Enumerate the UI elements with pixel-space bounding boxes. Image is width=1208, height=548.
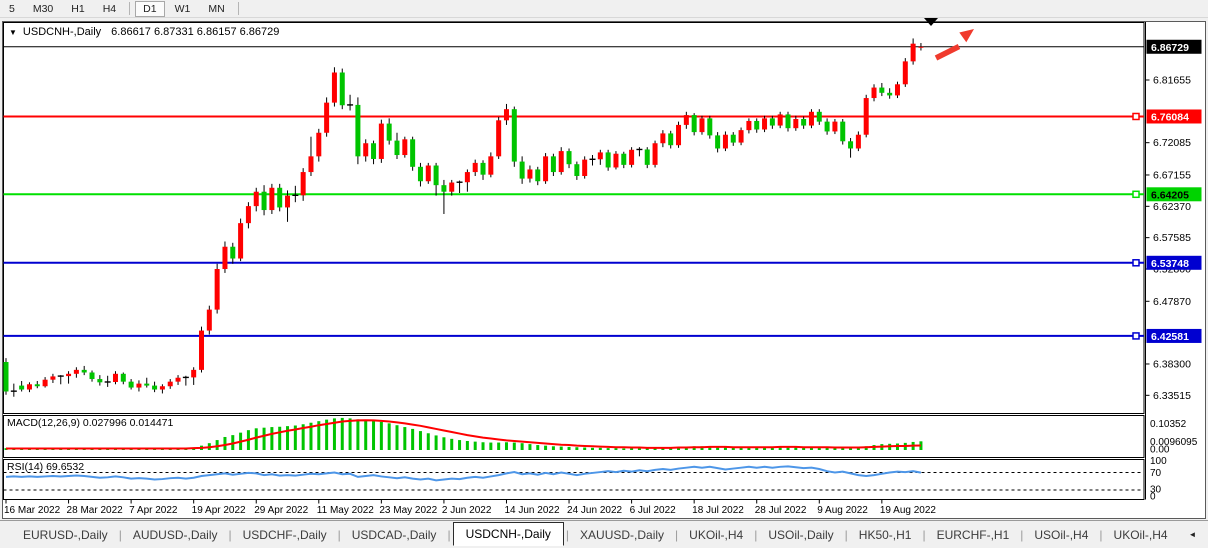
tab-usdcad-daily[interactable]: USDCAD-,Daily: [343, 525, 446, 545]
toolbar-separator: [238, 2, 239, 15]
timeframe-button-m30[interactable]: M30: [25, 1, 61, 17]
svg-text:6.42581: 6.42581: [1151, 331, 1189, 343]
date-tick-label: 11 May 2022: [317, 505, 375, 516]
date-tick-label: 16 Mar 2022: [4, 505, 61, 516]
svg-text:6.53748: 6.53748: [1151, 258, 1189, 270]
price-tick-label: 6.62370: [1153, 201, 1191, 213]
price-badge-6.76084: 6.76084: [1147, 109, 1202, 123]
tab-audusd-daily[interactable]: AUDUSD-,Daily: [124, 525, 227, 545]
tab-usdchf-daily[interactable]: USDCHF-,Daily: [234, 525, 336, 545]
quote-line: ▼ USDCNH-,Daily 6.86617 6.87331 6.86157 …: [9, 26, 279, 38]
svg-text:6.64205: 6.64205: [1151, 189, 1189, 201]
tab-separator: |: [447, 528, 450, 542]
price-tick-label: 6.67155: [1153, 169, 1191, 181]
macd-pane: [4, 416, 1145, 458]
tab-separator: |: [1020, 528, 1023, 542]
timeframe-toolbar: 5M30H1H4 D1W1MN: [0, 0, 1208, 18]
chart-window: 6.816556.720856.671556.623706.575856.528…: [0, 18, 1208, 519]
date-tick-label: 19 Aug 2022: [880, 505, 937, 516]
date-tick-label: 6 Jul 2022: [630, 505, 677, 516]
rsi-axis-label: 100: [1150, 456, 1167, 467]
date-tick-label: 28 Mar 2022: [67, 505, 124, 516]
hline-handle: [1133, 260, 1139, 266]
tab-eurusd-daily[interactable]: EURUSD-,Daily: [14, 525, 117, 545]
tab-eurchf-h1[interactable]: EURCHF-,H1: [928, 525, 1019, 545]
rsi-pane: [4, 460, 1145, 500]
chart-tabs-bar: EURUSD-,Daily|AUDUSD-,Daily|USDCHF-,Dail…: [0, 520, 1208, 548]
date-tick-label: 23 May 2022: [379, 505, 437, 516]
tab-scroll-left-icon[interactable]: ◄: [1185, 528, 1201, 541]
tab-separator: |: [1099, 528, 1102, 542]
tab-ukoil-h4[interactable]: UKOil-,H4: [1105, 525, 1177, 545]
tab-separator: |: [119, 528, 122, 542]
date-tick-label: 7 Apr 2022: [129, 505, 178, 516]
tab-hk50-h1[interactable]: HK50-,H1: [850, 525, 921, 545]
tab-xauusd-daily[interactable]: XAUUSD-,Daily: [571, 525, 673, 545]
tab-separator: |: [754, 528, 757, 542]
tab-ukoil-h4[interactable]: UKOil-,H4: [680, 525, 752, 545]
price-pane: [4, 23, 1145, 414]
tab-separator: |: [566, 528, 569, 542]
tab-separator: |: [675, 528, 678, 542]
date-tick-label: 9 Aug 2022: [817, 505, 868, 516]
date-tick-label: 14 Jun 2022: [504, 505, 559, 516]
tab-usoil-h4[interactable]: USOil-,H4: [1025, 525, 1097, 545]
tab-separator: |: [845, 528, 848, 542]
timeframe-button-d1[interactable]: D1: [135, 1, 164, 17]
symbol-period-label: USDCNH-,Daily: [23, 26, 101, 38]
toolbar-separator: [129, 2, 130, 15]
macd-axis-label: 0.00: [1150, 445, 1170, 456]
timeframe-button-h1[interactable]: H1: [63, 1, 92, 17]
hline-handle: [1133, 113, 1139, 119]
tab-separator: |: [922, 528, 925, 542]
rsi-axis-label: 0: [1150, 492, 1156, 503]
price-badge-6.86729: 6.86729: [1147, 40, 1202, 54]
ohlc-values: 6.86617 6.87331 6.86157 6.86729: [111, 26, 279, 38]
date-tick-label: 28 Jul 2022: [755, 505, 807, 516]
chart-dropdown-icon[interactable]: ▼: [9, 28, 17, 37]
price-badge-6.53748: 6.53748: [1147, 256, 1202, 270]
date-tick-label: 24 Jun 2022: [567, 505, 622, 516]
timeframe-button-5[interactable]: 5: [1, 1, 23, 17]
date-tick-label: 29 Apr 2022: [254, 505, 308, 516]
date-tick-label: 2 Jun 2022: [442, 505, 492, 516]
price-tick-label: 6.47870: [1153, 296, 1191, 308]
timeframe-button-w1[interactable]: W1: [167, 1, 199, 17]
timeframe-button-mn[interactable]: MN: [200, 1, 232, 17]
rsi-axis-label: 70: [1150, 468, 1162, 479]
price-tick-label: 6.81655: [1153, 75, 1191, 87]
hline-handle: [1133, 191, 1139, 197]
macd-indicator-label: MACD(12,26,9) 0.027996 0.014471: [7, 417, 173, 429]
rsi-indicator-label: RSI(14) 69.6532: [7, 461, 84, 473]
price-tick-label: 6.33515: [1153, 390, 1191, 402]
svg-text:6.76084: 6.76084: [1151, 111, 1189, 123]
timeframe-button-h4[interactable]: H4: [95, 1, 124, 17]
date-tick-label: 19 Apr 2022: [192, 505, 246, 516]
macd-axis-label: 0.10352: [1150, 419, 1187, 430]
date-tick-label: 18 Jul 2022: [692, 505, 744, 516]
price-badge-6.42581: 6.42581: [1147, 329, 1202, 343]
tab-usoil-daily[interactable]: USOil-,Daily: [759, 525, 842, 545]
svg-text:6.86729: 6.86729: [1151, 42, 1189, 54]
tab-separator: |: [229, 528, 232, 542]
price-tick-label: 6.72085: [1153, 137, 1191, 149]
price-tick-label: 6.38300: [1153, 358, 1191, 370]
chart-canvas[interactable]: 6.816556.720856.671556.623706.575856.528…: [0, 18, 1208, 519]
price-badge-6.64205: 6.64205: [1147, 187, 1202, 201]
tab-usdcnh-daily[interactable]: USDCNH-,Daily: [453, 522, 564, 546]
hline-handle: [1133, 333, 1139, 339]
tab-separator: |: [338, 528, 341, 542]
price-tick-label: 6.57585: [1153, 232, 1191, 244]
